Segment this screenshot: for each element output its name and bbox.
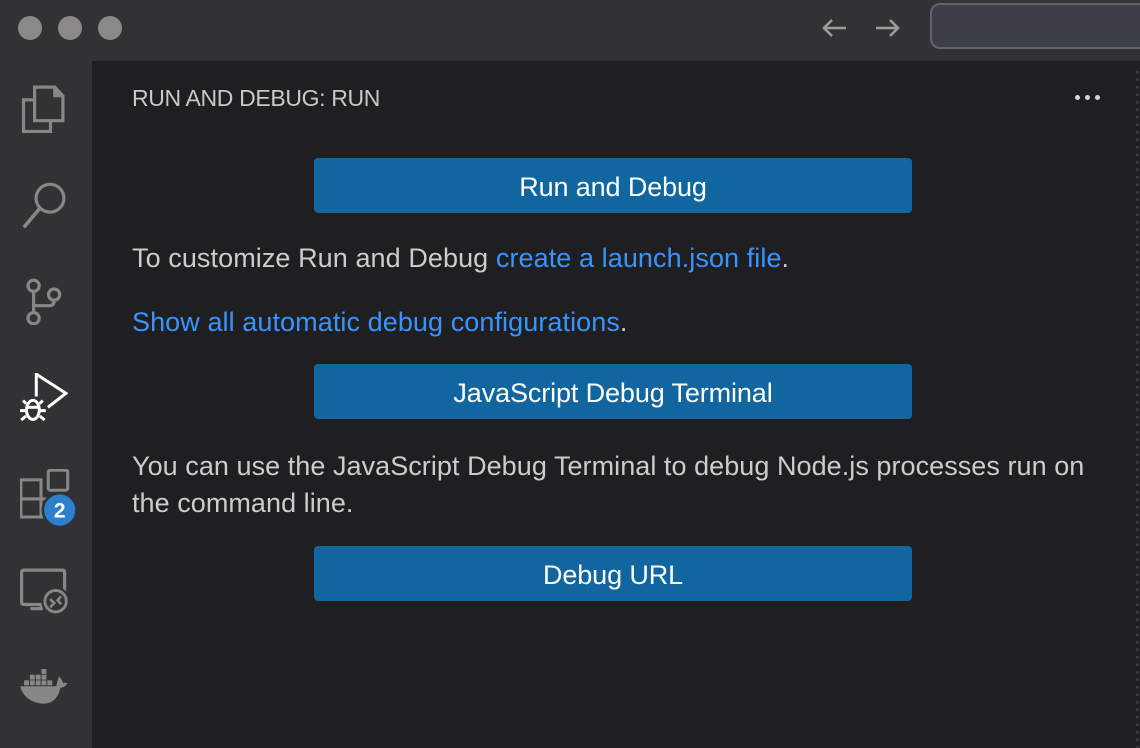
svg-text:2: 2 [54, 499, 66, 522]
